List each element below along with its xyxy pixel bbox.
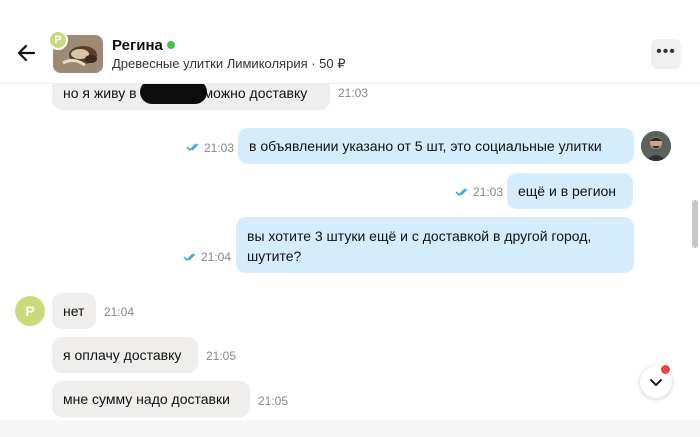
more-options-button[interactable]: ••• <box>651 39 681 69</box>
message-time: 21:04 <box>104 305 135 319</box>
message-time: 21:04 <box>201 250 232 264</box>
composer-edge <box>0 420 700 437</box>
chevron-down-icon <box>650 379 662 386</box>
my-avatar[interactable] <box>641 131 671 161</box>
new-message-dot <box>661 365 670 374</box>
message-time: 21:03 <box>473 185 504 199</box>
message-bubble-incoming: нет <box>52 293 96 329</box>
read-check-icon <box>455 187 471 197</box>
listing-title[interactable]: Древесные улитки Лимиколярия · 50 ₽ <box>112 56 346 72</box>
more-dots-icon: ••• <box>656 43 676 60</box>
arrow-left-icon <box>17 44 36 62</box>
message-text: я оплачу доставку <box>63 347 182 363</box>
read-check-icon <box>183 252 199 262</box>
message-bubble-outgoing: ещё и в регион <box>507 173 633 209</box>
chat-header: Р Регина Древесные улитки Лимиколярия · … <box>0 0 700 84</box>
message-text-end: можно доставку <box>203 85 308 101</box>
read-check-icon <box>186 142 202 152</box>
message-bubble-incoming: я оплачу доставку <box>52 337 198 373</box>
message-bubble-outgoing: вы хотите 3 штуки ещё и с доставкой в др… <box>236 217 634 273</box>
online-status-indicator <box>167 41 175 49</box>
message-time: 21:03 <box>338 86 369 100</box>
message-text: ещё и в регион <box>518 183 617 199</box>
back-button[interactable] <box>14 40 40 66</box>
contact-name[interactable]: Регина <box>112 37 163 54</box>
message-time: 21:05 <box>206 349 237 363</box>
message-time: 21:03 <box>204 141 235 155</box>
scrollbar-thumb[interactable] <box>692 200 698 248</box>
message-text: мне сумму надо доставки <box>63 391 230 407</box>
message-text: нет <box>63 303 85 319</box>
message-bubble-outgoing: в объявлении указано от 5 шт, это социал… <box>238 128 634 164</box>
message-text-start: но я живу в <box>63 85 137 101</box>
contact-avatar-small: Р <box>48 30 68 50</box>
message-text: в объявлении указано от 5 шт, это социал… <box>249 138 602 154</box>
message-bubble-incoming: мне сумму надо доставки <box>52 381 250 417</box>
contact-avatar[interactable]: Р <box>15 296 45 326</box>
message-text: вы хотите 3 штуки ещё и с доставкой в др… <box>247 228 592 264</box>
message-time: 21:05 <box>258 394 289 408</box>
